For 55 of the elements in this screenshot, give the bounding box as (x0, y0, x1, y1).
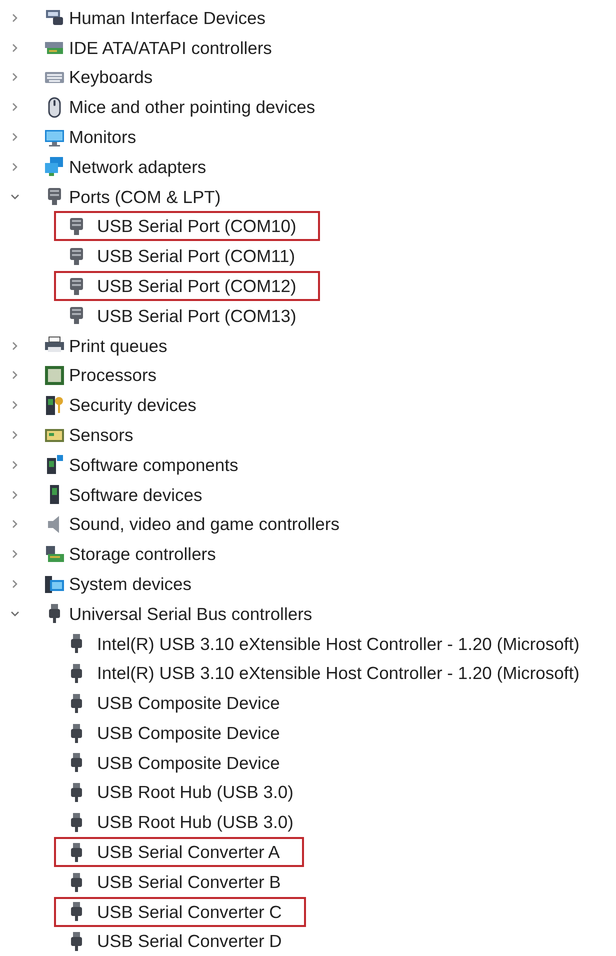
tree-item-label[interactable]: Software devices (69, 482, 202, 508)
chevron-right-icon[interactable] (10, 400, 20, 410)
tree-item-label[interactable]: Print queues (69, 332, 168, 359)
chevron-down-icon[interactable] (10, 608, 20, 619)
tree-item-label[interactable]: USB Composite Device (97, 690, 280, 716)
tree-item-label[interactable]: USB Composite Device (97, 750, 280, 776)
chevron-right-icon[interactable] (10, 162, 20, 172)
component-icon (44, 454, 65, 476)
tree-item-label[interactable]: USB Root Hub (USB 3.0) (97, 779, 294, 806)
computer-icon (44, 574, 65, 595)
chevron-right-icon[interactable] (10, 132, 20, 142)
storage-icon (44, 544, 65, 565)
chevron-down-icon[interactable] (10, 192, 20, 202)
chevron-right-icon[interactable] (10, 340, 20, 351)
chip-icon (44, 364, 65, 386)
tree-item-label[interactable]: USB Serial Converter A (97, 839, 280, 866)
tree-item-label[interactable]: Mice and other pointing devices (69, 94, 316, 120)
tree-item-label[interactable]: Intel(R) USB 3.10 eXtensible Host Controller - 1.20 (Microsoft) (97, 630, 580, 657)
chevron-right-icon[interactable] (10, 460, 20, 470)
tree-item-label[interactable]: USB Serial Converter C (97, 898, 282, 925)
chevron-right-icon[interactable] (10, 579, 20, 590)
tree-item-label[interactable]: Monitors (69, 124, 136, 150)
tree-item-label[interactable]: Security devices (69, 392, 196, 418)
tree-item-label[interactable]: USB Serial Converter B (97, 868, 281, 896)
chevron-right-icon[interactable] (10, 42, 20, 53)
tree-item-label[interactable]: Ports (COM & LPT) (69, 184, 221, 210)
network-icon (44, 156, 65, 178)
tree-item-label[interactable]: Human Interface Devices (69, 4, 266, 32)
tree-item-label[interactable]: Storage controllers (69, 541, 216, 568)
chevron-right-icon[interactable] (10, 12, 20, 23)
chevron-right-icon[interactable] (10, 490, 20, 500)
tree-item-label[interactable]: USB Serial Port (COM12) (97, 272, 296, 300)
tree-item-label[interactable]: USB Composite Device (97, 720, 280, 746)
chevron-right-icon[interactable] (10, 370, 20, 380)
tree-item-label[interactable]: Intel(R) USB 3.10 eXtensible Host Controller - 1.20 (Microsoft) (97, 660, 580, 687)
chevron-right-icon[interactable] (10, 72, 20, 82)
chevron-right-icon[interactable] (10, 430, 20, 440)
tree-item-label[interactable]: Sound, video and game controllers (69, 511, 340, 538)
chevron-right-icon[interactable] (10, 102, 20, 112)
chevron-right-icon[interactable] (10, 549, 20, 560)
tree-item-label[interactable]: USB Serial Port (COM11) (97, 243, 296, 270)
chevron-right-icon[interactable] (10, 519, 20, 530)
tree-item-label[interactable]: Software components (69, 452, 238, 478)
tree-item-label[interactable]: USB Root Hub (USB 3.0) (97, 809, 294, 836)
tree-item-label[interactable]: USB Serial Converter D (97, 928, 282, 955)
tree-item-label[interactable]: IDE ATA/ATAPI controllers (69, 34, 272, 61)
tree-item-label[interactable]: USB Serial Port (COM13) (97, 302, 296, 329)
tree-item-label[interactable]: Keyboards (69, 64, 153, 91)
tree-item-label[interactable]: Sensors (69, 422, 134, 448)
tree-item-label[interactable]: Universal Serial Bus controllers (69, 600, 312, 627)
tree-item-label[interactable]: Processors (69, 362, 157, 389)
tree-item-label[interactable]: USB Serial Port (COM10) (97, 213, 296, 240)
tree-item-label[interactable]: System devices (69, 570, 192, 598)
key-icon (44, 394, 65, 416)
tree-item-label[interactable]: Network adapters (69, 154, 206, 180)
